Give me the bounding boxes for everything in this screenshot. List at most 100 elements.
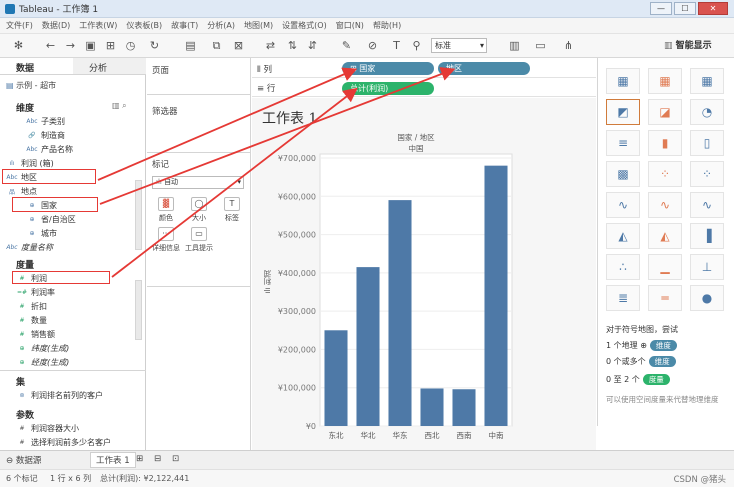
bar[interactable] (388, 200, 412, 426)
minimize-button[interactable]: — (650, 2, 672, 15)
field-location-hierarchy[interactable]: 品地点 (6, 185, 37, 197)
mark-type-select[interactable]: ılı 自动 ▾ (152, 176, 244, 189)
menu-dashboard[interactable]: 仪表板(B) (126, 20, 162, 31)
sort-asc-icon[interactable]: ⇅ (286, 39, 299, 52)
bar[interactable] (452, 389, 476, 426)
chart-type-lines-discrete[interactable]: ∿ (648, 192, 682, 218)
menu-file[interactable]: 文件(F) (6, 20, 33, 31)
row-pill-sum-profit[interactable]: 总计(利润) (342, 82, 434, 95)
menu-data[interactable]: 数据(D) (42, 20, 70, 31)
field-manufacturer[interactable]: 🔗 制造商 (26, 129, 65, 141)
chart-type-scatter-plot[interactable]: ∴ (606, 254, 640, 280)
smart-show-button[interactable]: ▥ 智能显示 (664, 38, 712, 51)
chart-type-pie-chart[interactable]: ◔ (690, 99, 724, 125)
param-profit-bin-size[interactable]: # 利润容器大小 (16, 422, 79, 434)
swap-icon[interactable]: ⇄ (264, 39, 277, 52)
menu-story[interactable]: 故事(T) (171, 20, 198, 31)
tab-data[interactable]: 数据 (0, 58, 73, 74)
sort-desc-icon[interactable]: ⇵ (306, 39, 319, 52)
menu-format[interactable]: 设置格式(O) (282, 20, 327, 31)
new-story-icon[interactable]: ⊡ (172, 454, 179, 464)
marks-label-button[interactable]: T 标签 (218, 196, 246, 224)
chart-type-dual-combination[interactable]: ▐ (690, 223, 724, 249)
chart-type-treemap[interactable]: ▩ (606, 161, 640, 187)
columns-shelf[interactable]: ⦀ 列 ⊞ 国家 地区 (252, 60, 596, 78)
pause-update-icon[interactable]: ◷ (124, 39, 137, 52)
field-discount[interactable]: # 折扣 (16, 300, 47, 312)
chart-type-side-by-side-circles[interactable]: ⁘ (690, 161, 724, 187)
field-profit-rate[interactable]: =# 利润率 (16, 286, 55, 298)
tab-datasource[interactable]: ⊖ 数据源 (6, 454, 41, 466)
column-pill-country[interactable]: ⊞ 国家 (342, 62, 434, 75)
rows-shelf[interactable]: ≡ 行 总计(利润) (252, 79, 596, 97)
menu-worksheet[interactable]: 工作表(W) (79, 20, 117, 31)
column-pill-region[interactable]: 地区 (438, 62, 530, 75)
chart-type-dual-lines[interactable]: ∿ (690, 192, 724, 218)
menu-analysis[interactable]: 分析(A) (207, 20, 235, 31)
share-icon[interactable]: ⋔ (562, 39, 575, 52)
menu-help[interactable]: 帮助(H) (373, 20, 401, 31)
chart-type-area-continuous[interactable]: ◭ (606, 223, 640, 249)
field-longitude[interactable]: ⊕ 经度(生成) (16, 356, 69, 368)
chart-type-heat-map[interactable]: ▦ (648, 68, 682, 94)
chart-type-text-table[interactable]: ▦ (606, 68, 640, 94)
datasource-item[interactable]: ▤ 示例 - 超市 (6, 80, 56, 91)
close-button[interactable]: ✕ (698, 2, 728, 15)
marks-detail-button[interactable]: ··· 详细信息 (152, 226, 180, 254)
new-worksheet-icon[interactable]: ⊞ (136, 454, 143, 464)
chart-type-stacked-bars[interactable]: ▮ (648, 130, 682, 156)
field-sales[interactable]: # 销售额 (16, 328, 55, 340)
marks-color-button[interactable]: ▓ 颜色 (152, 196, 180, 224)
chart-type-area-discrete[interactable]: ◭ (648, 223, 682, 249)
chart-type-circle-view[interactable]: ⁘ (648, 161, 682, 187)
bar[interactable] (356, 267, 380, 426)
chart-type-highlight-table[interactable]: ▦ (690, 68, 724, 94)
field-measure-names[interactable]: Abc 度量名称 (6, 241, 53, 253)
new-sheet-icon[interactable]: ▤ (184, 39, 197, 52)
bar[interactable] (420, 388, 444, 426)
maximize-button[interactable]: ☐ (674, 2, 696, 15)
highlight-icon[interactable]: ✎ (340, 39, 353, 52)
chart-type-bullet-graph[interactable]: ═ (648, 285, 682, 311)
tab-sheet-1[interactable]: 工作表 1 (90, 452, 136, 468)
field-quantity[interactable]: # 数量 (16, 314, 47, 326)
field-product-name[interactable]: Abc 产品名称 (26, 143, 73, 155)
param-top-customers[interactable]: # 选择利润前多少名客户 (16, 436, 111, 448)
set-top-customers[interactable]: ⊚ 利润排名前列的客户 (16, 389, 103, 401)
measures-scrollbar[interactable] (135, 280, 142, 340)
dimension-tools-icon[interactable]: ▥ ⌕ (112, 101, 127, 111)
field-subcategory[interactable]: Abc 子类别 (26, 115, 65, 127)
redo-icon[interactable]: → (64, 39, 77, 52)
group-icon[interactable]: ⊘ (366, 39, 379, 52)
chart-type-side-by-side-bars[interactable]: ▯ (690, 130, 724, 156)
save-icon[interactable]: ▣ (84, 39, 97, 52)
chart-type-symbol-map[interactable]: ◩ (606, 99, 640, 125)
bar[interactable] (324, 330, 348, 426)
fit-select[interactable]: 标准 (431, 38, 487, 53)
device-preview-icon[interactable]: ▭ (534, 39, 547, 52)
chart-type-lines-continuous[interactable]: ∿ (606, 192, 640, 218)
marks-tooltip-button[interactable]: ▭ 工具提示 (185, 226, 213, 254)
clear-sheet-icon[interactable]: ⊠ (232, 39, 245, 52)
bar[interactable] (484, 165, 508, 426)
dimensions-scrollbar[interactable] (135, 180, 142, 250)
chart-type-horizontal-bars[interactable]: ≡ (606, 130, 640, 156)
undo-icon[interactable]: ← (44, 39, 57, 52)
new-datasource-icon[interactable]: ⊞ (104, 39, 117, 52)
pin-icon[interactable]: ⚲ (410, 39, 423, 52)
marks-size-button[interactable]: ◯ 大小 (185, 196, 213, 224)
chart-type-gantt[interactable]: ≣ (606, 285, 640, 311)
menu-map[interactable]: 地图(M) (244, 20, 273, 31)
refresh-icon[interactable]: ↻ (148, 39, 161, 52)
field-city[interactable]: ⊕ 城市 (26, 227, 57, 239)
presentation-icon[interactable]: ▥ (508, 39, 521, 52)
duplicate-sheet-icon[interactable]: ⧉ (210, 39, 223, 52)
chart-type-filled-map[interactable]: ◪ (648, 99, 682, 125)
labels-icon[interactable]: T (390, 39, 403, 52)
new-dashboard-icon[interactable]: ⊟ (154, 454, 161, 464)
chart-type-packed-bubbles[interactable]: ● (690, 285, 724, 311)
field-province[interactable]: ⊕ 省/自治区 (26, 213, 75, 225)
tab-analysis[interactable]: 分析 (73, 58, 146, 74)
chart-type-box-whisker[interactable]: ⊥ (690, 254, 724, 280)
chart-type-histogram[interactable]: ▁ (648, 254, 682, 280)
